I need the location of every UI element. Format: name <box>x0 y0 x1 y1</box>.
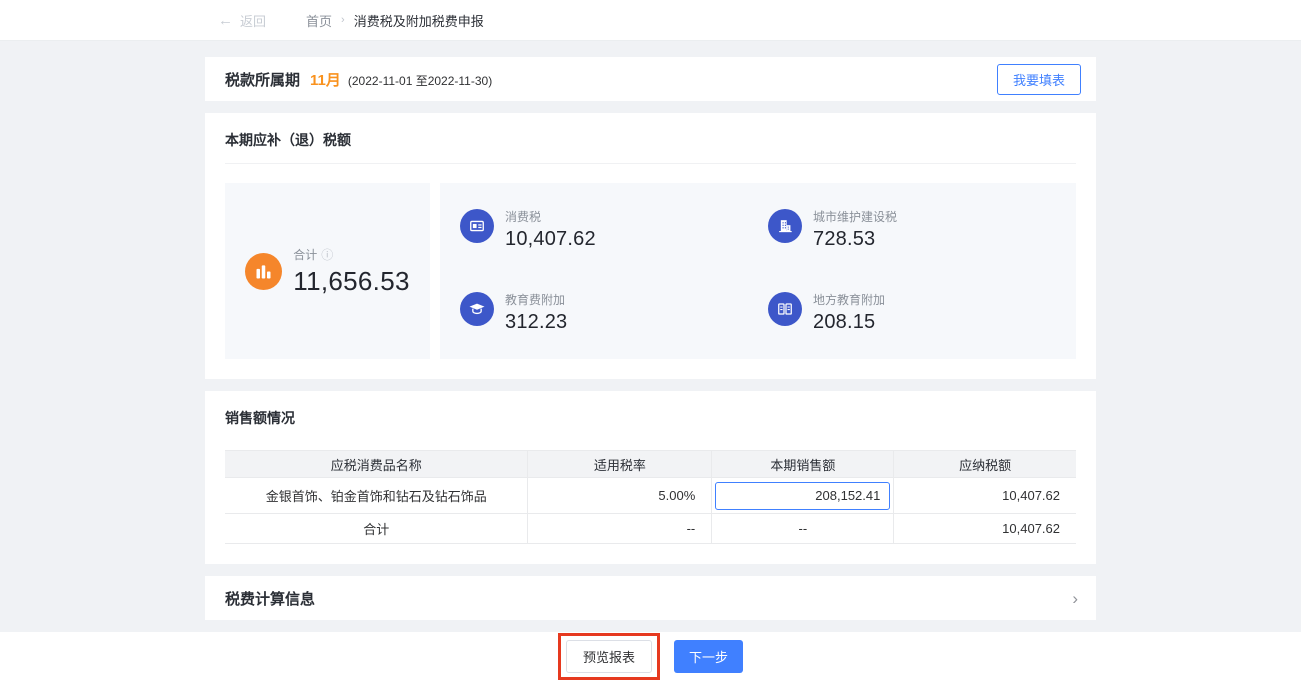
ledger-book-icon <box>768 292 802 326</box>
tax-item-value: 728.53 <box>813 228 876 250</box>
tax-item-local-education: 地方教育附加 208.15 <box>768 291 1076 334</box>
col-header-current-sales: 本期销售额 <box>711 450 895 478</box>
breadcrumb-separator-icon: › <box>341 14 345 26</box>
table-row-total: 合计 -- -- 10,407.62 <box>225 513 1076 544</box>
tax-items-card: 消费税 10,407.62 城市维护建设税 728.53 教育费附加 312.2… <box>440 183 1076 359</box>
table-row: 金银首饰、铂金首饰和钻石及钻石饰品 5.00% 10,407.62 <box>225 477 1076 514</box>
summary-panel: 本期应补（退）税额 合计 ⓘ 11,656.53 消费税 10,407.62 城… <box>205 113 1096 379</box>
total-text: 合计 ⓘ 11,656.53 <box>293 246 409 297</box>
cell-product-name: 金银首饰、铂金首饰和钻石及钻石饰品 <box>225 477 529 514</box>
tax-item-education-surcharge: 教育费附加 312.23 <box>460 291 768 334</box>
period-label: 税款所属期 <box>225 71 301 89</box>
building-icon <box>768 209 802 243</box>
bar-chart-icon <box>245 252 283 290</box>
breadcrumb-current: 消费税及附加税费申报 <box>353 13 484 29</box>
sales-title: 销售额情况 <box>225 410 295 426</box>
sales-table-header: 应税消费品名称 适用税率 本期销售额 应纳税额 <box>225 450 1076 478</box>
summary-title: 本期应补（退）税额 <box>225 130 1076 164</box>
cell-product-name: 合计 <box>225 513 529 544</box>
breadcrumb: 首页 › 消费税及附加税费申报 <box>306 11 484 30</box>
back-arrow-icon: ← <box>218 11 233 29</box>
fill-form-button[interactable]: 我要填表 <box>996 63 1081 95</box>
period-panel: 税款所属期 11月 (2022-11-01 至2022-11-30) 我要填表 <box>205 57 1096 101</box>
cell-tax-payable: 10,407.62 <box>893 477 1076 514</box>
cell-current-sales <box>711 477 895 514</box>
period-month: 11月 <box>310 71 341 89</box>
cell-tax-rate: 5.00% <box>527 477 713 514</box>
tax-item-label: 城市维护建设税 <box>813 210 898 224</box>
tax-item-urban-construction: 城市维护建设税 728.53 <box>768 208 1076 251</box>
tax-item-label: 消费税 <box>505 210 542 224</box>
breadcrumb-home[interactable]: 首页 <box>306 11 332 30</box>
main-content: 税款所属期 11月 (2022-11-01 至2022-11-30) 我要填表 … <box>205 57 1096 620</box>
back-button[interactable]: ← 返回 <box>218 11 266 30</box>
col-header-product-name: 应税消费品名称 <box>225 450 529 478</box>
topbar: ← 返回 首页 › 消费税及附加税费申报 <box>0 0 1301 41</box>
red-highlight-annotation: 预览报表 <box>557 632 660 680</box>
cell-tax-rate: -- <box>527 513 713 544</box>
sales-table: 应税消费品名称 适用税率 本期销售额 应纳税额 金银首饰、铂金首饰和钻石及钻石饰… <box>225 450 1076 544</box>
tax-item-consumption: 消费税 10,407.62 <box>460 208 768 251</box>
sales-amount-input[interactable] <box>715 481 891 510</box>
col-header-tax-payable: 应纳税额 <box>893 450 1076 478</box>
tax-item-label: 地方教育附加 <box>813 293 886 307</box>
period-range: (2022-11-01 至2022-11-30) <box>347 73 493 88</box>
summary-cards: 合计 ⓘ 11,656.53 消费税 10,407.62 城市维护建设税 728… <box>225 183 1076 359</box>
chevron-right-icon: › <box>1072 588 1078 608</box>
graduation-cap-icon <box>460 292 494 326</box>
next-step-button[interactable]: 下一步 <box>674 639 744 673</box>
cell-current-sales: -- <box>711 513 895 544</box>
footer-bar: 预览报表 下一步 <box>0 632 1301 680</box>
tax-item-value: 10,407.62 <box>505 228 596 250</box>
tax-item-label: 教育费附加 <box>505 293 566 307</box>
info-icon[interactable]: ⓘ <box>321 246 333 263</box>
sales-panel: 销售额情况 应税消费品名称 适用税率 本期销售额 应纳税额 金银首饰、铂金首饰和… <box>205 391 1096 564</box>
preview-report-button[interactable]: 预览报表 <box>565 639 652 673</box>
total-card: 合计 ⓘ 11,656.53 <box>225 183 430 359</box>
cell-tax-payable: 10,407.62 <box>893 513 1076 544</box>
tax-document-icon <box>460 209 494 243</box>
total-label: 合计 <box>293 247 318 262</box>
col-header-tax-rate: 适用税率 <box>527 450 713 478</box>
tax-calc-title: 税费计算信息 <box>225 590 316 608</box>
tax-item-value: 208.15 <box>813 311 876 333</box>
tax-calc-panel[interactable]: 税费计算信息 › <box>205 576 1096 620</box>
back-label: 返回 <box>240 13 267 29</box>
period-info: 税款所属期 11月 (2022-11-01 至2022-11-30) <box>225 69 492 90</box>
tax-item-value: 312.23 <box>505 311 568 333</box>
total-value: 11,656.53 <box>293 265 410 296</box>
